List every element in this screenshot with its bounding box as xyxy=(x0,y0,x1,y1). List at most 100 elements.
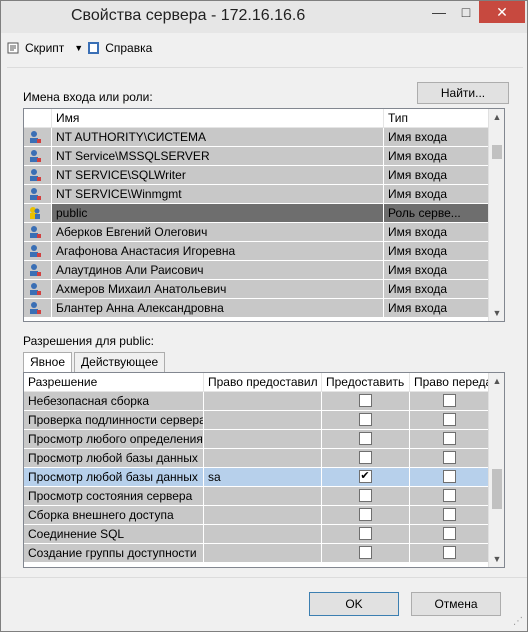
permission-row[interactable]: Просмотр любого определения xyxy=(24,430,490,449)
permission-grantor xyxy=(204,487,322,505)
with-grant-checkbox[interactable] xyxy=(442,508,456,521)
column-header-grantor[interactable]: Право предоставил xyxy=(204,373,322,391)
login-name: NT AUTHORITY\СИСТЕМА xyxy=(52,128,384,146)
find-button[interactable]: Найти... xyxy=(417,82,509,104)
login-row[interactable]: Ахмеров Михаил Анатольевич Имя входа xyxy=(24,280,490,299)
scroll-up-icon[interactable]: ▲ xyxy=(489,109,504,125)
script-dropdown[interactable]: ▼ Справка xyxy=(74,41,152,55)
grant-cell xyxy=(322,430,410,448)
grant-checkbox[interactable] xyxy=(358,508,372,521)
permissions-section-label: Разрешения для public: xyxy=(23,334,154,348)
tab-effective[interactable]: Действующее xyxy=(74,352,166,372)
title-bar: Свойства сервера - 172.16.16.6 — □ ✕ xyxy=(1,1,527,33)
user-icon xyxy=(24,166,52,184)
login-type: Имя входа xyxy=(384,185,490,203)
maximize-button[interactable]: □ xyxy=(453,1,479,23)
grant-checkbox[interactable] xyxy=(358,451,372,464)
grant-checkbox[interactable] xyxy=(358,413,372,426)
permissions-grid-header: Разрешение Право предоставил Предоставит… xyxy=(24,373,490,392)
with-grant-checkbox[interactable] xyxy=(442,527,456,540)
scroll-thumb[interactable] xyxy=(492,145,502,159)
login-type: Имя входа xyxy=(384,242,490,260)
logins-grid[interactable]: Имя Тип NT AUTHORITY\СИСТЕМА Имя входа NT … xyxy=(23,108,505,322)
permission-row[interactable]: Небезопасная сборка xyxy=(24,392,490,411)
login-row[interactable]: NT SERVICE\SQLWriter Имя входа xyxy=(24,166,490,185)
with-grant-checkbox[interactable] xyxy=(442,394,456,407)
ok-button[interactable]: OK xyxy=(309,592,399,616)
with-grant-checkbox[interactable] xyxy=(442,470,456,483)
with-grant-checkbox[interactable] xyxy=(442,413,456,426)
with-grant-checkbox[interactable] xyxy=(442,489,456,502)
login-name: Ахмеров Михаил Анатольевич xyxy=(52,280,384,298)
login-name: Алаутдинов Али Раисович xyxy=(52,261,384,279)
with-grant-checkbox[interactable] xyxy=(442,432,456,445)
login-type: Имя входа xyxy=(384,128,490,146)
login-row[interactable]: NT AUTHORITY\СИСТЕМА Имя входа xyxy=(24,128,490,147)
login-row[interactable]: public Роль серве... xyxy=(24,204,490,223)
scroll-down-icon[interactable]: ▼ xyxy=(489,305,504,321)
tab-explicit[interactable]: Явное xyxy=(23,352,73,373)
login-row[interactable]: Агафонова Анастасия Игоревна Имя входа xyxy=(24,242,490,261)
login-row[interactable]: Алаутдинов Али Раисович Имя входа xyxy=(24,261,490,280)
permission-grantor xyxy=(204,430,322,448)
login-row[interactable]: Аберков Евгений Олегович Имя входа xyxy=(24,223,490,242)
login-type: Имя входа xyxy=(384,261,490,279)
grant-checkbox[interactable] xyxy=(358,527,372,540)
with-grant-checkbox[interactable] xyxy=(442,546,456,559)
content-area: Имена входа или роли: Найти... Имя Тип N… xyxy=(7,67,523,577)
login-name: NT SERVICE\SQLWriter xyxy=(52,166,384,184)
grant-checkbox[interactable] xyxy=(358,394,372,407)
login-row[interactable]: Блантер Анна Александровна Имя входа xyxy=(24,299,490,318)
permission-row[interactable]: Просмотр состояния сервера xyxy=(24,487,490,506)
grant-cell xyxy=(322,506,410,524)
grant-checkbox[interactable] xyxy=(358,432,372,445)
permission-row[interactable]: Создание группы доступности xyxy=(24,544,490,563)
permission-row[interactable]: Соединение SQL xyxy=(24,525,490,544)
column-header-type[interactable]: Тип xyxy=(384,109,490,127)
login-type: Имя входа xyxy=(384,280,490,298)
grant-cell xyxy=(322,449,410,467)
scroll-thumb[interactable] xyxy=(492,469,502,509)
grant-checkbox[interactable] xyxy=(358,489,372,502)
permissions-grid[interactable]: Разрешение Право предоставил Предоставит… xyxy=(23,372,505,568)
permission-row[interactable]: Просмотр любой базы данных xyxy=(24,449,490,468)
column-header-with-grant[interactable]: Право переда xyxy=(410,373,490,391)
minimize-button[interactable]: — xyxy=(425,1,453,23)
grant-checkbox[interactable] xyxy=(358,546,372,559)
scroll-down-icon[interactable]: ▼ xyxy=(489,551,504,567)
column-header-grant[interactable]: Предоставить xyxy=(322,373,410,391)
with-grant-cell xyxy=(410,487,490,505)
column-header-name[interactable]: Имя xyxy=(52,109,384,127)
permission-name: Просмотр любой базы данных xyxy=(24,449,204,467)
cancel-button[interactable]: Отмена xyxy=(411,592,501,616)
permission-row[interactable]: Сборка внешнего доступа xyxy=(24,506,490,525)
login-row[interactable]: NT Service\MSSQLSERVER Имя входа xyxy=(24,147,490,166)
permission-grantor xyxy=(204,449,322,467)
permission-row[interactable]: Проверка подлинности сервера xyxy=(24,411,490,430)
with-grant-cell xyxy=(410,468,490,486)
login-name: Агафонова Анастасия Игоревна xyxy=(52,242,384,260)
column-header-permission[interactable]: Разрешение xyxy=(24,373,204,391)
help-icon xyxy=(87,41,101,55)
permission-grantor xyxy=(204,525,322,543)
logins-scrollbar[interactable]: ▲ ▼ xyxy=(488,109,504,321)
permissions-rows: Небезопасная сборка Проверка подлинности … xyxy=(24,392,490,563)
script-label: Скрипт xyxy=(25,41,65,55)
dialog-footer: OK Отмена ⋰ xyxy=(1,577,527,631)
resize-grip-icon[interactable]: ⋰ xyxy=(513,616,523,627)
grant-checkbox[interactable]: ✔ xyxy=(358,470,372,483)
logins-section-label: Имена входа или роли: xyxy=(23,90,153,104)
close-button[interactable]: ✕ xyxy=(479,1,525,23)
logins-grid-header: Имя Тип xyxy=(24,109,490,128)
with-grant-cell xyxy=(410,411,490,429)
script-button[interactable]: Скрипт xyxy=(7,41,64,55)
permission-row[interactable]: Просмотр любой базы данных sa ✔ xyxy=(24,468,490,487)
user-icon xyxy=(24,280,52,298)
login-row[interactable]: NT SERVICE\Winmgmt Имя входа xyxy=(24,185,490,204)
scroll-up-icon[interactable]: ▲ xyxy=(489,373,504,389)
user-icon xyxy=(24,185,52,203)
permissions-scrollbar[interactable]: ▲ ▼ xyxy=(488,373,504,567)
user-icon xyxy=(24,147,52,165)
logins-rows: NT AUTHORITY\СИСТЕМА Имя входа NT Service\… xyxy=(24,128,490,318)
with-grant-checkbox[interactable] xyxy=(442,451,456,464)
